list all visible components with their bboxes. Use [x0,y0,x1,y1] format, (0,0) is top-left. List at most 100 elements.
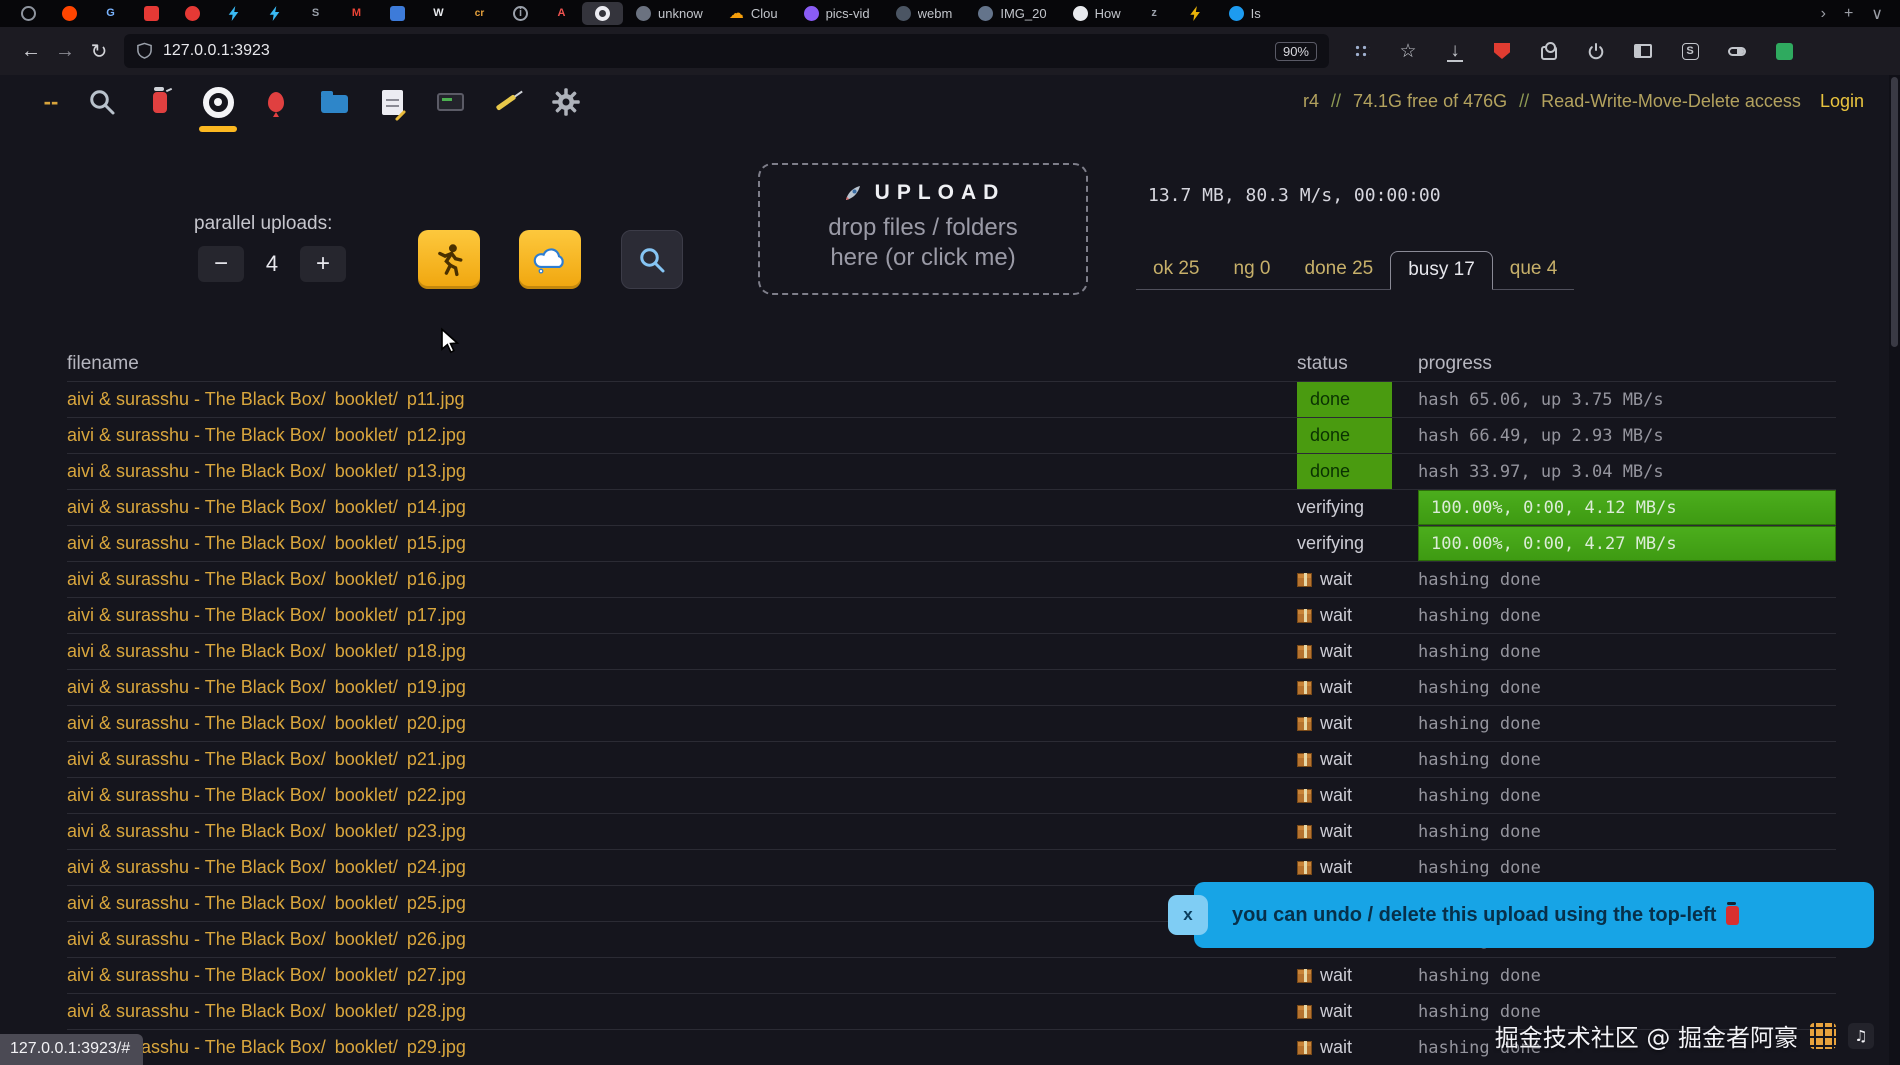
tab-s-site[interactable]: S [295,2,336,25]
file-dir-link[interactable]: booklet/ [335,389,398,409]
file-dir-link[interactable]: booklet/ [335,1001,398,1021]
tab-crates[interactable]: cr [459,2,500,25]
increase-parallel-button[interactable]: + [300,246,346,282]
upload-status-tab[interactable]: busy 17 [1390,251,1493,290]
file-dir-link[interactable]: booklet/ [335,641,398,661]
basic-upload-tab-button[interactable] [254,81,298,123]
file-dir-link[interactable]: booklet/ [335,605,398,625]
tab-unknow[interactable]: unknow [623,2,716,25]
file-name-link[interactable]: p24.jpg [407,857,466,877]
tab-red-site[interactable] [172,2,213,25]
new-tab-button[interactable]: + [1835,5,1862,23]
extensions-puzzle-icon[interactable] [1539,41,1559,61]
file-name-link[interactable]: p25.jpg [407,893,466,913]
collapse-button[interactable]: -- [36,81,66,123]
file-name-link[interactable]: p18.jpg [407,641,466,661]
file-dir-link[interactable]: booklet/ [335,677,398,697]
file-dir-link[interactable]: booklet/ [335,749,398,769]
tab-webm[interactable]: webm [883,2,966,25]
file-name-link[interactable]: p21.jpg [407,749,466,769]
grid-icon[interactable] [1351,41,1371,61]
file-path-link[interactable]: aivi & surasshu - The Black Box/ [67,533,326,553]
date-check-button[interactable] [519,230,581,289]
message-tab-button[interactable] [486,81,530,123]
file-path-link[interactable]: aivi & surasshu - The Black Box/ [67,1001,326,1021]
file-dir-link[interactable]: booklet/ [335,569,398,589]
file-path-link[interactable]: aivi & surasshu - The Black Box/ [67,713,326,733]
file-name-link[interactable]: p16.jpg [407,569,466,589]
ublock-icon[interactable] [1492,41,1512,61]
file-name-link[interactable]: p26.jpg [407,929,466,949]
tab-info[interactable]: i [500,2,541,25]
downloads-icon[interactable]: ↓ [1445,40,1465,62]
list-all-tabs-icon[interactable]: ∨ [1862,4,1892,24]
tab-copyparty[interactable] [582,2,623,25]
file-dir-link[interactable]: booklet/ [335,965,398,985]
file-path-link[interactable]: aivi & surasshu - The Black Box/ [67,821,326,841]
shield-icon[interactable] [136,42,153,60]
scrollbar-thumb[interactable] [1891,77,1898,347]
new-doc-tab-button[interactable] [370,81,414,123]
upload-status-tab[interactable]: done 25 [1288,251,1391,289]
file-name-link[interactable]: p28.jpg [407,1001,466,1021]
search-tab-button[interactable] [80,81,124,123]
tab-bolt-2[interactable] [254,2,295,25]
file-name-link[interactable]: p13.jpg [407,461,466,481]
tab-github[interactable]: How [1060,2,1134,25]
back-button[interactable]: ← [14,34,48,68]
url-bar[interactable]: 127.0.0.1:3923 90% [124,34,1329,68]
file-path-link[interactable]: aivi & surasshu - The Black Box/ [67,785,326,805]
file-path-link[interactable]: aivi & surasshu - The Black Box/ [67,497,326,517]
decrease-parallel-button[interactable]: − [198,246,244,282]
tab-img[interactable]: IMG_20 [965,2,1059,25]
unpost-tab-button[interactable] [138,81,182,123]
upload-status-tab[interactable]: que 4 [1493,251,1575,289]
file-dir-link[interactable]: booklet/ [335,1037,398,1057]
darkreader-icon[interactable]: S [1680,41,1700,61]
file-name-link[interactable]: p20.jpg [407,713,466,733]
file-dir-link[interactable]: booklet/ [335,821,398,841]
login-link[interactable]: Login [1820,91,1864,111]
file-dir-link[interactable]: booklet/ [335,425,398,445]
file-path-link[interactable]: aivi & surasshu - The Black Box/ [67,749,326,769]
file-dir-link[interactable]: booklet/ [335,497,398,517]
file-path-link[interactable]: aivi & surasshu - The Black Box/ [67,425,326,445]
upload-status-tab[interactable]: ok 25 [1136,251,1217,289]
mkdir-tab-button[interactable] [312,81,356,123]
file-name-link[interactable]: p15.jpg [407,533,466,553]
tab-bolt-1[interactable] [213,2,254,25]
pill-toggle-icon[interactable] [1727,41,1747,61]
file-dir-link[interactable]: booklet/ [335,929,398,949]
file-dir-link[interactable]: booklet/ [335,533,398,553]
file-path-link[interactable]: aivi & surasshu - The Black Box/ [67,641,326,661]
file-path-link[interactable]: aivi & surasshu - The Black Box/ [67,461,326,481]
turbo-upload-button[interactable] [418,230,480,289]
file-dir-link[interactable]: booklet/ [335,785,398,805]
tab-app[interactable] [8,2,49,25]
file-name-link[interactable]: p11.jpg [407,389,465,409]
file-path-link[interactable]: aivi & surasshu - The Black Box/ [67,677,326,697]
bookmark-star-icon[interactable]: ☆ [1398,41,1418,62]
file-dir-link[interactable]: booklet/ [335,857,398,877]
file-path-link[interactable]: aivi & surasshu - The Black Box/ [67,965,326,985]
tab-cloud[interactable]: ☁ Clou [716,2,791,25]
tab-spark[interactable] [1175,2,1216,25]
tab-mail[interactable] [377,2,418,25]
up2k-tab-button[interactable] [196,81,240,132]
settings-tab-button[interactable] [544,81,588,123]
tab-zzz[interactable]: z [1134,2,1175,25]
reload-button[interactable]: ↻ [82,34,116,68]
toast-close-button[interactable]: x [1168,895,1208,935]
tab-overflow-chevron-icon[interactable]: › [1812,5,1835,23]
tab-a-site[interactable]: A [541,2,582,25]
file-name-link[interactable]: p12.jpg [407,425,466,445]
power-icon[interactable] [1586,41,1606,61]
screenshot-tool-icon[interactable] [1774,41,1794,61]
file-dir-link[interactable]: booklet/ [335,713,398,733]
search-uploads-button[interactable] [621,230,683,289]
tab-twitter[interactable]: Is [1216,2,1274,25]
file-path-link[interactable]: aivi & surasshu - The Black Box/ [67,569,326,589]
tab-gmail[interactable]: M [336,2,377,25]
file-name-link[interactable]: p29.jpg [407,1037,466,1057]
zoom-level-badge[interactable]: 90% [1274,41,1317,61]
